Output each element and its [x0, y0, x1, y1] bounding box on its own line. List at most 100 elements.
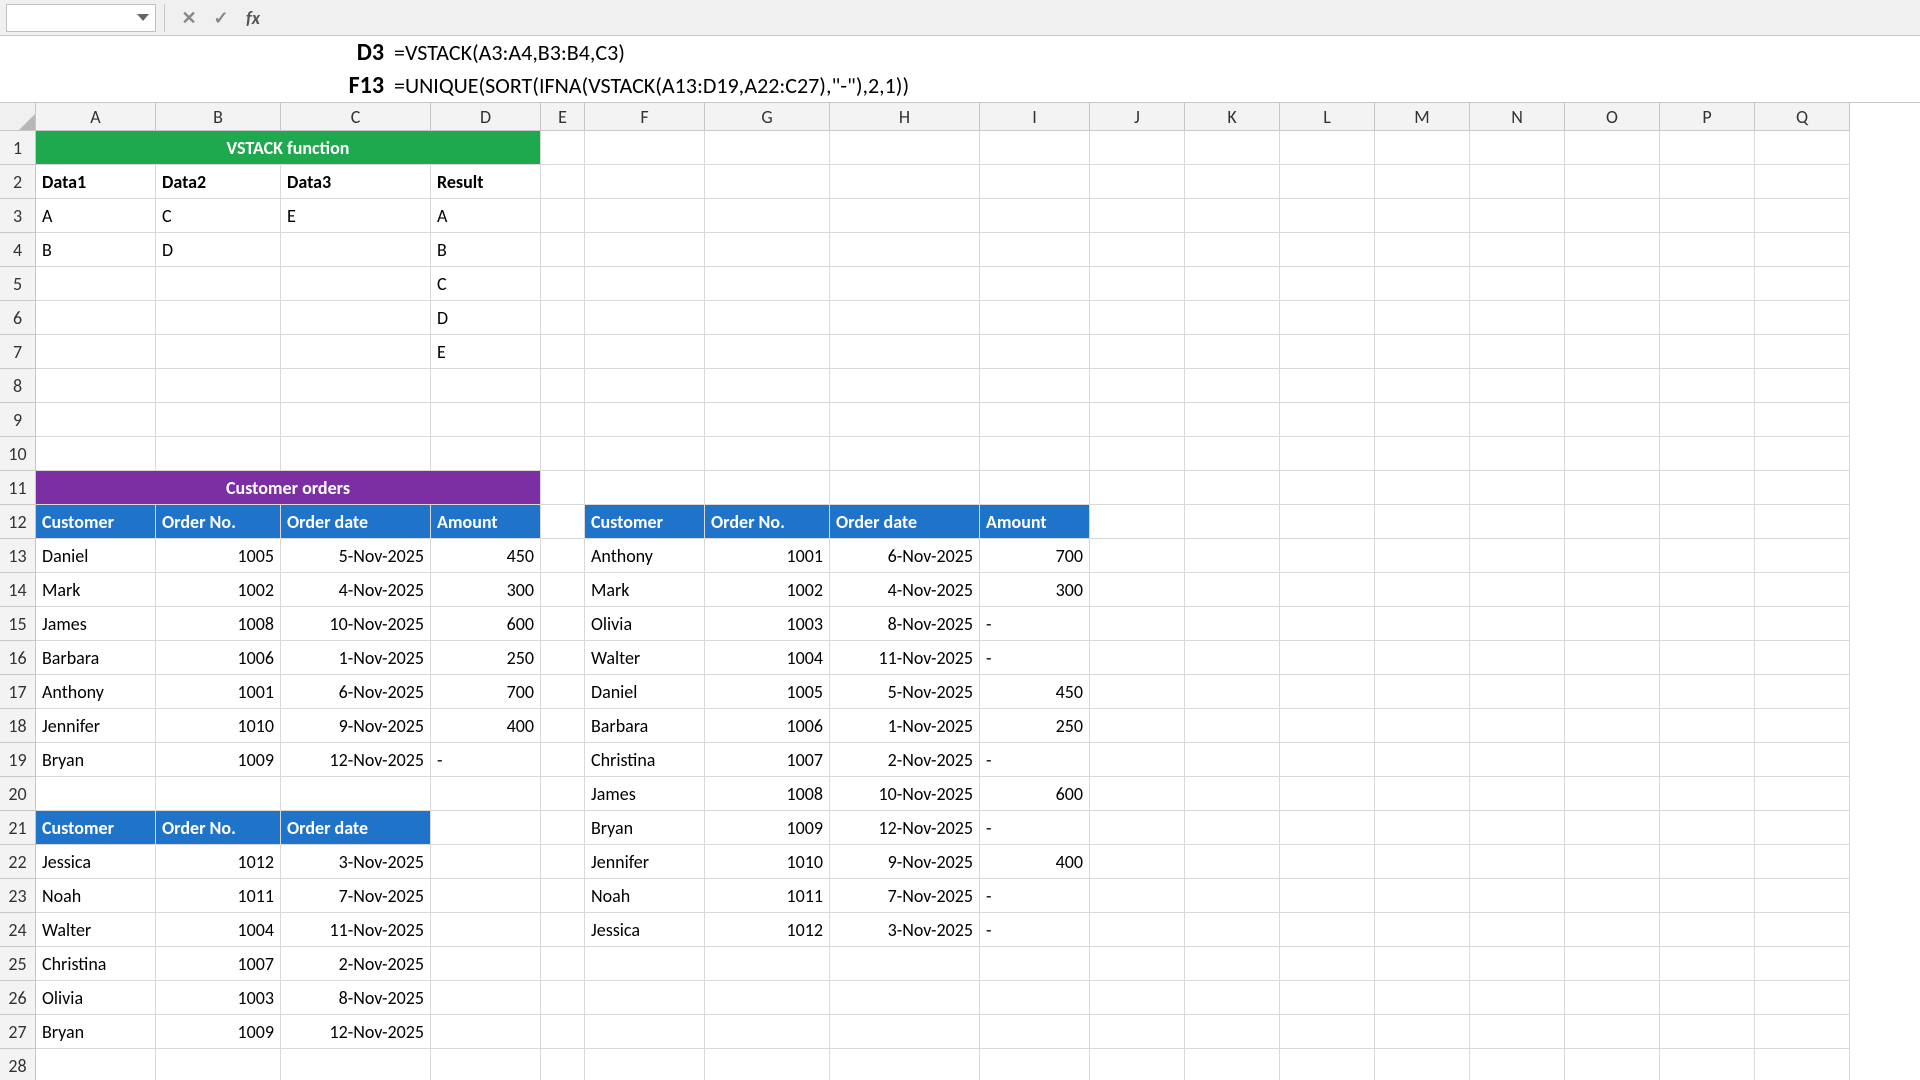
cell-L7[interactable] — [1280, 335, 1375, 369]
chevron-down-icon[interactable] — [137, 14, 149, 21]
cell-B25[interactable]: 1007 — [156, 947, 281, 981]
cell-A28[interactable] — [36, 1049, 156, 1080]
cell-B2[interactable]: Data2 — [156, 165, 281, 199]
cell-C25[interactable]: 2-Nov-2025 — [281, 947, 431, 981]
column-header[interactable]: J — [1090, 103, 1185, 131]
cell-J28[interactable] — [1090, 1049, 1185, 1080]
cell-F21[interactable]: Bryan — [585, 811, 705, 845]
cell-D8[interactable] — [431, 369, 541, 403]
cell-P12[interactable] — [1660, 505, 1755, 539]
cell-J18[interactable] — [1090, 709, 1185, 743]
cell-D25[interactable] — [431, 947, 541, 981]
cell-G24[interactable]: 1012 — [705, 913, 830, 947]
cell-E4[interactable] — [541, 233, 585, 267]
cell-M22[interactable] — [1375, 845, 1470, 879]
cell-B21[interactable]: Order No. — [156, 811, 281, 845]
cell-A18[interactable]: Jennifer — [36, 709, 156, 743]
cell-D15[interactable]: 600 — [431, 607, 541, 641]
cell-I19[interactable]: - — [980, 743, 1090, 777]
cell-K11[interactable] — [1185, 471, 1280, 505]
cell-N22[interactable] — [1470, 845, 1565, 879]
cell-C7[interactable] — [281, 335, 431, 369]
cell-B9[interactable] — [156, 403, 281, 437]
cell-D2[interactable]: Result — [431, 165, 541, 199]
row-header[interactable]: 5 — [0, 267, 36, 301]
cell-E5[interactable] — [541, 267, 585, 301]
cell-G15[interactable]: 1003 — [705, 607, 830, 641]
cell-O18[interactable] — [1565, 709, 1660, 743]
cell-M15[interactable] — [1375, 607, 1470, 641]
cell-K14[interactable] — [1185, 573, 1280, 607]
cell-D3[interactable]: A — [431, 199, 541, 233]
cell-G7[interactable] — [705, 335, 830, 369]
cell-F16[interactable]: Walter — [585, 641, 705, 675]
cell-N15[interactable] — [1470, 607, 1565, 641]
cell-E20[interactable] — [541, 777, 585, 811]
cell-K5[interactable] — [1185, 267, 1280, 301]
cell-H3[interactable] — [830, 199, 980, 233]
cell-A16[interactable]: Barbara — [36, 641, 156, 675]
cell-B20[interactable] — [156, 777, 281, 811]
column-header[interactable]: L — [1280, 103, 1375, 131]
cell-C20[interactable] — [281, 777, 431, 811]
cell-H2[interactable] — [830, 165, 980, 199]
cell-M17[interactable] — [1375, 675, 1470, 709]
cell-B17[interactable]: 1001 — [156, 675, 281, 709]
cell-L26[interactable] — [1280, 981, 1375, 1015]
cell-B23[interactable]: 1011 — [156, 879, 281, 913]
cell-O4[interactable] — [1565, 233, 1660, 267]
cell-Q27[interactable] — [1755, 1015, 1850, 1049]
cell-O2[interactable] — [1565, 165, 1660, 199]
cell-Q10[interactable] — [1755, 437, 1850, 471]
row-header[interactable]: 1 — [0, 131, 36, 165]
cell-P24[interactable] — [1660, 913, 1755, 947]
cell-J5[interactable] — [1090, 267, 1185, 301]
row-header[interactable]: 19 — [0, 743, 36, 777]
cell-O20[interactable] — [1565, 777, 1660, 811]
cell-Q21[interactable] — [1755, 811, 1850, 845]
cell-D13[interactable]: 450 — [431, 539, 541, 573]
cell-E1[interactable] — [541, 131, 585, 165]
cell-N19[interactable] — [1470, 743, 1565, 777]
cell-Q15[interactable] — [1755, 607, 1850, 641]
cell-N10[interactable] — [1470, 437, 1565, 471]
cell-M27[interactable] — [1375, 1015, 1470, 1049]
cell-Q24[interactable] — [1755, 913, 1850, 947]
cell-O7[interactable] — [1565, 335, 1660, 369]
cell-J23[interactable] — [1090, 879, 1185, 913]
cell-F4[interactable] — [585, 233, 705, 267]
cell-C12[interactable]: Order date — [281, 505, 431, 539]
cell-B28[interactable] — [156, 1049, 281, 1080]
cell-G16[interactable]: 1004 — [705, 641, 830, 675]
cell-E7[interactable] — [541, 335, 585, 369]
cell-A27[interactable]: Bryan — [36, 1015, 156, 1049]
row-header[interactable]: 14 — [0, 573, 36, 607]
cell-B19[interactable]: 1009 — [156, 743, 281, 777]
cell-B6[interactable] — [156, 301, 281, 335]
cell-N18[interactable] — [1470, 709, 1565, 743]
cell-P27[interactable] — [1660, 1015, 1755, 1049]
column-header[interactable]: F — [585, 103, 705, 131]
cell-I20[interactable]: 600 — [980, 777, 1090, 811]
cell-K18[interactable] — [1185, 709, 1280, 743]
cell-K19[interactable] — [1185, 743, 1280, 777]
cell-G14[interactable]: 1002 — [705, 573, 830, 607]
cell-J17[interactable] — [1090, 675, 1185, 709]
cell-M26[interactable] — [1375, 981, 1470, 1015]
cell-E22[interactable] — [541, 845, 585, 879]
cell-C2[interactable]: Data3 — [281, 165, 431, 199]
column-header[interactable]: Q — [1755, 103, 1850, 131]
cell-N12[interactable] — [1470, 505, 1565, 539]
cell-N27[interactable] — [1470, 1015, 1565, 1049]
cell-E6[interactable] — [541, 301, 585, 335]
cell-A7[interactable] — [36, 335, 156, 369]
cell-L5[interactable] — [1280, 267, 1375, 301]
cell-L11[interactable] — [1280, 471, 1375, 505]
cell-C16[interactable]: 1-Nov-2025 — [281, 641, 431, 675]
row-header[interactable]: 23 — [0, 879, 36, 913]
cell-O27[interactable] — [1565, 1015, 1660, 1049]
cell-C3[interactable]: E — [281, 199, 431, 233]
cell-N25[interactable] — [1470, 947, 1565, 981]
cell-N16[interactable] — [1470, 641, 1565, 675]
cell-G20[interactable]: 1008 — [705, 777, 830, 811]
